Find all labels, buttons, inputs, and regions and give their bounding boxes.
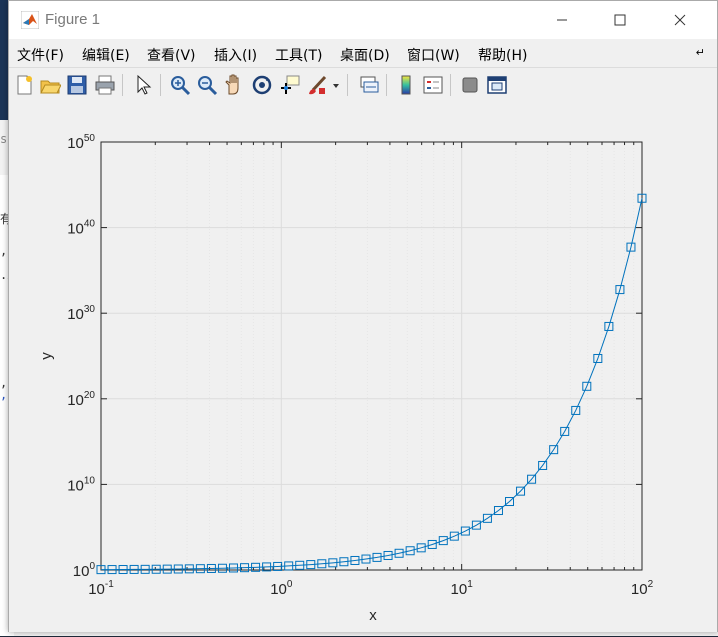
- x-tick-label: 101: [451, 579, 474, 598]
- zoom-out-icon[interactable]: [196, 74, 218, 96]
- window-title: Figure 1: [45, 11, 101, 28]
- menu-overflow-icon[interactable]: ↵: [696, 46, 705, 59]
- data-cursor-icon[interactable]: [279, 74, 301, 96]
- menu-tools[interactable]: 工具(T): [275, 45, 322, 65]
- save-icon[interactable]: [66, 74, 88, 96]
- show-plot-tools-icon[interactable]: [486, 74, 508, 96]
- grid-lines: [100, 141, 642, 571]
- link-plot-icon[interactable]: [358, 74, 380, 96]
- toolbar-separator: [160, 74, 161, 96]
- pointer-icon[interactable]: [132, 74, 154, 96]
- y-axis-label: y: [38, 352, 55, 360]
- close-icon: [674, 14, 686, 26]
- menu-file[interactable]: 文件(F): [17, 45, 64, 65]
- figure-canvas[interactable]: 10-1 100 101 102 100 1010 1020 1030 1040 1050 x y: [9, 102, 717, 632]
- axis-ticks: [100, 141, 643, 571]
- rotate-3d-icon[interactable]: [251, 74, 273, 96]
- y-tick-label: 1030: [67, 304, 95, 323]
- axes-box: [100, 141, 643, 571]
- colorbar-icon[interactable]: [395, 74, 417, 96]
- y-tick-label: 1010: [67, 475, 95, 494]
- menu-edit[interactable]: 编辑(E): [82, 45, 130, 65]
- title-bar[interactable]: Figure 1: [9, 1, 717, 39]
- menu-bar: 文件(F) 编辑(E) 查看(V) 插入(I) 工具(T) 桌面(D) 窗口(W…: [9, 39, 717, 67]
- y-tick-label: 1040: [67, 219, 95, 238]
- y-tick-label: 1050: [67, 133, 95, 152]
- brush-dropdown-icon[interactable]: [331, 74, 341, 96]
- new-figure-icon[interactable]: [13, 74, 35, 96]
- maximize-button[interactable]: [597, 1, 643, 39]
- y-tick-label: 1020: [67, 390, 95, 409]
- x-tick-label: 10-1: [88, 579, 114, 598]
- hide-plot-tools-icon[interactable]: [459, 74, 481, 96]
- figure-toolbar: [9, 67, 717, 103]
- desktop-text: ,: [0, 244, 8, 258]
- figure-window: Figure 1 文件(F) 编辑(E) 查看(V) 插入(I) 工具(T) 桌…: [8, 0, 718, 632]
- toolbar-separator: [122, 74, 123, 96]
- close-button[interactable]: [657, 1, 703, 39]
- maximize-icon: [614, 14, 626, 26]
- menu-window[interactable]: 窗口(W): [407, 45, 460, 65]
- matlab-logo-icon: [21, 11, 39, 29]
- menu-desktop[interactable]: 桌面(D): [340, 45, 390, 65]
- minimize-icon: [557, 19, 567, 21]
- toolbar-separator: [450, 74, 451, 96]
- open-file-icon[interactable]: [39, 74, 61, 96]
- x-tick-label: 102: [631, 579, 654, 598]
- toolbar-separator: [386, 74, 387, 96]
- menu-insert[interactable]: 插入(I): [214, 45, 257, 65]
- toolbar-separator: [347, 74, 348, 96]
- desktop-text: ,: [0, 388, 8, 402]
- brush-icon[interactable]: [307, 74, 329, 96]
- menu-view[interactable]: 查看(V): [147, 45, 196, 65]
- x-tick-label: 100: [270, 579, 293, 598]
- desktop-text: s: [0, 132, 8, 146]
- y-tick-label: 100: [73, 561, 96, 580]
- plot-svg[interactable]: 10-1 100 101 10210010101020103010401050 x y: [9, 102, 717, 632]
- series-markers: [96, 193, 647, 575]
- pan-hand-icon[interactable]: [223, 74, 245, 96]
- x-axis-label: x: [369, 607, 377, 624]
- minimize-button[interactable]: [539, 1, 585, 39]
- legend-icon[interactable]: [422, 74, 444, 96]
- series-line: [100, 198, 643, 571]
- print-icon[interactable]: [94, 74, 116, 96]
- menu-help[interactable]: 帮助(H): [478, 45, 527, 65]
- zoom-in-icon[interactable]: [169, 74, 191, 96]
